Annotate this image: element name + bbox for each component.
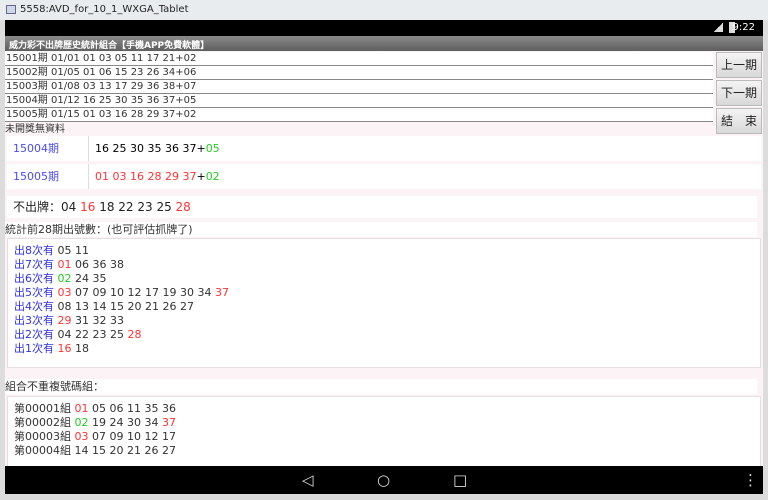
- device-screen: 9:22 威力彩不出牌歷史統計組合【手機APP免費軟體】 15001期 01/0…: [5, 20, 763, 494]
- window-title-bar: 5558:AVD_for_10_1_WXGA_Tablet: [0, 0, 768, 20]
- period-numbers: 01 03 16 28 29 37+02: [95, 164, 220, 189]
- next-period-button[interactable]: 下一期: [716, 80, 762, 106]
- number-segment: 05 11: [57, 244, 90, 257]
- result-line: 出6次有 02 24 35: [14, 272, 760, 286]
- history-row[interactable]: 15002期 01/05 01 06 15 23 26 34+06: [5, 66, 713, 80]
- history-row[interactable]: 15003期 01/08 03 13 17 29 36 38+07: [5, 80, 713, 94]
- recents-icon[interactable]: □: [453, 471, 467, 489]
- result-line: 出4次有 08 13 14 15 20 21 26 27: [14, 300, 760, 314]
- prev-period-button[interactable]: 上一期: [716, 52, 762, 78]
- number-segment: 07 09 10 12 17 19 30 34: [71, 286, 215, 299]
- line-label: 出7次有: [14, 258, 58, 271]
- result-line: 出3次有 29 31 32 33: [14, 314, 760, 328]
- number-segment: 07 09 10 12 17: [88, 430, 176, 443]
- line-label: 出8次有: [14, 244, 58, 257]
- back-icon[interactable]: ◁: [302, 471, 314, 489]
- number-segment: 02: [57, 272, 72, 285]
- number-segment: 04: [61, 200, 81, 214]
- number-segment: +: [196, 170, 206, 183]
- history-row[interactable]: 15001期 01/01 01 03 05 11 17 21+02: [5, 52, 713, 66]
- combo-heading: 組合不重複號碼組：: [5, 379, 757, 394]
- number-segment: 02: [205, 170, 220, 183]
- number-segment: 01: [74, 402, 89, 415]
- period-card: 15004期 01/1216 25 30 35 36 37+05: [7, 136, 761, 180]
- line-label: 出6次有: [14, 272, 58, 285]
- signal-icon: [713, 23, 723, 32]
- result-line: 第00003組 03 07 09 10 12 17: [14, 430, 760, 444]
- result-line: 出2次有 04 22 23 25 28: [14, 328, 760, 342]
- number-segment: 16: [57, 342, 72, 355]
- number-segment: 19 24 30 34: [88, 416, 162, 429]
- number-segment: 18: [71, 342, 89, 355]
- app-window-icon: [6, 5, 16, 14]
- clock: 9:22: [732, 22, 755, 33]
- line-label: 出1次有: [14, 342, 58, 355]
- line-label: 出5次有: [14, 286, 58, 299]
- menu-icon[interactable]: ⋮: [743, 471, 758, 489]
- result-line: 出5次有 03 07 09 10 12 17 19 30 34 37: [14, 286, 760, 300]
- number-segment: 03: [57, 286, 72, 299]
- missing-values: 04 16 18 22 23 25 28: [61, 200, 191, 214]
- history-row[interactable]: 15004期 01/12 16 25 30 35 36 37+05: [5, 94, 713, 108]
- number-segment: 04 22 23 25: [57, 328, 128, 341]
- home-icon[interactable]: ○: [377, 471, 390, 489]
- number-segment: 01: [57, 258, 72, 271]
- number-segment: 28: [175, 200, 191, 214]
- number-segment: 28: [127, 328, 142, 341]
- history-row[interactable]: 15005期 01/15 01 03 16 28 29 37+02: [5, 108, 713, 122]
- line-label: 出4次有: [14, 300, 58, 313]
- line-label: 出2次有: [14, 328, 58, 341]
- number-segment: 06 36 38: [71, 258, 124, 271]
- stats-heading: 統計前28期出號數：(也可評估抓牌了): [5, 222, 757, 237]
- result-line: 第00001組 01 05 06 11 35 36: [14, 402, 760, 416]
- nav-bar: ◁ ○ □ ⋮: [5, 466, 763, 494]
- number-segment: 18 22 23 25: [95, 200, 176, 214]
- history-list: 15001期 01/01 01 03 05 11 17 21+02 15002期…: [5, 52, 713, 122]
- stats-box: 出8次有 05 11 出7次有 01 06 36 38 出6次有 02 24 35 出…: [7, 238, 761, 368]
- number-segment: 24 35: [71, 272, 107, 285]
- app-title: 威力彩不出牌歷史統計組合【手機APP免費軟體】: [5, 36, 763, 51]
- no-data-text: 未開獎無資料: [5, 124, 65, 135]
- number-segment: 14 15 20 21 26 27: [74, 444, 176, 457]
- line-label: 出3次有: [14, 314, 58, 327]
- result-line: 出1次有 16 18: [14, 342, 760, 356]
- result-line: 第00004組 14 15 20 21 26 27: [14, 444, 760, 458]
- number-segment: 03: [74, 430, 89, 443]
- window-title: 5558:AVD_for_10_1_WXGA_Tablet: [20, 4, 189, 15]
- number-segment: 16 25 30 35 36 37+: [95, 142, 206, 155]
- period-label: 15005期 01/15: [7, 164, 89, 208]
- line-label: 第00001組: [14, 402, 75, 415]
- result-line: 出8次有 05 11: [14, 244, 760, 258]
- result-line: 出7次有 01 06 36 38: [14, 258, 760, 272]
- number-segment: 31 32 33: [71, 314, 124, 327]
- missing-label: 不出牌：: [13, 200, 62, 214]
- result-line: 第00002組 02 19 24 30 34 37: [14, 416, 760, 430]
- end-button[interactable]: 結 束: [716, 108, 762, 134]
- number-segment: 05 06 11 35 36: [88, 402, 176, 415]
- period-numbers: 16 25 30 35 36 37+05: [95, 136, 220, 161]
- line-label: 第00003組: [14, 430, 75, 443]
- combo-box: 第00001組 01 05 06 11 35 36 第00002組 02 19 2…: [7, 396, 761, 468]
- number-segment: 08 13 14 15 20 21 26 27: [57, 300, 194, 313]
- period-label: 15004期 01/12: [7, 136, 89, 180]
- period-card: 15005期 01/1501 03 16 28 29 37+02: [7, 164, 761, 208]
- line-label: 第00002組: [14, 416, 75, 429]
- number-segment: 02: [74, 416, 89, 429]
- number-segment: 01 03 16 28 29 37: [95, 170, 197, 183]
- number-segment: 16: [80, 200, 96, 214]
- line-label: 第00004組: [14, 444, 75, 457]
- status-bar: 9:22: [5, 20, 763, 36]
- number-segment: 37: [214, 286, 229, 299]
- number-segment: 29: [57, 314, 72, 327]
- number-segment: 05: [205, 142, 220, 155]
- missing-numbers: 不出牌：04 16 18 22 23 25 28: [7, 196, 757, 218]
- number-segment: 37: [161, 416, 176, 429]
